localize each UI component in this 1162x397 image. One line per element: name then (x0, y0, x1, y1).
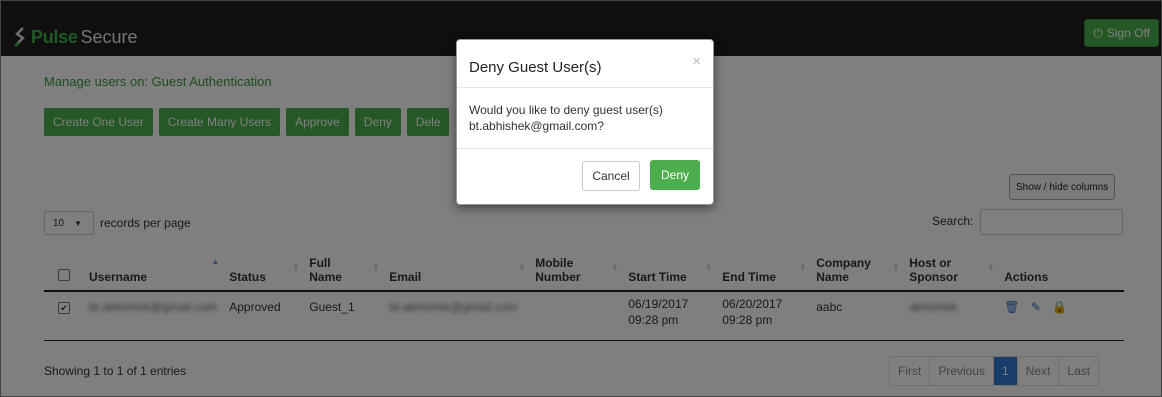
confirm-deny-button[interactable]: Deny (650, 160, 700, 190)
deny-guest-dialog: Deny Guest User(s) × Would you like to d… (456, 39, 714, 205)
dialog-header: Deny Guest User(s) × (457, 40, 713, 88)
dialog-message: Would you like to deny guest user(s) bt.… (469, 103, 663, 133)
app-window: Pulse Secure ⏻ Sign Off Manage users on:… (0, 0, 1162, 397)
dialog-footer: Cancel Deny (457, 148, 713, 205)
cancel-button[interactable]: Cancel (582, 161, 640, 191)
dialog-title: Deny Guest User(s) (469, 59, 602, 76)
close-icon[interactable]: × (692, 53, 701, 70)
